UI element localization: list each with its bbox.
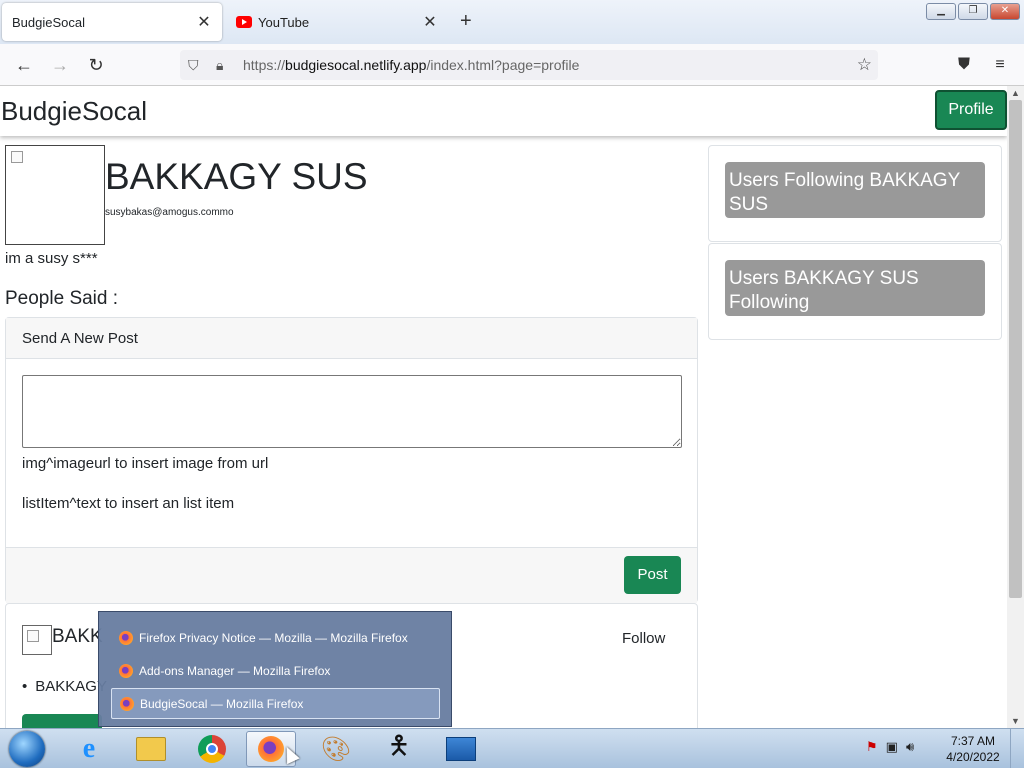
tab-title: BudgieSocal bbox=[12, 14, 85, 30]
tab-budgiesocal[interactable]: BudgieSocal ✕ bbox=[2, 3, 222, 41]
back-arrow-icon[interactable]: ← bbox=[12, 53, 36, 77]
window-list-item-selected[interactable]: BudgieSocal — Mozilla Firefox bbox=[111, 688, 440, 719]
list-item-hint: listItem^text to insert an list item bbox=[22, 495, 235, 512]
firefox-icon bbox=[119, 630, 133, 645]
bookmark-star-icon[interactable]: ☆ bbox=[857, 50, 872, 80]
post-textarea[interactable] bbox=[22, 375, 682, 448]
followers-button[interactable]: Users Following BAKKAGY SUS bbox=[725, 162, 985, 218]
following-button[interactable]: Users BAKKAGY SUS Following bbox=[725, 260, 985, 316]
paint-palette-icon: 🎨︎ bbox=[320, 735, 352, 763]
post-button[interactable]: Post bbox=[624, 556, 681, 594]
tab-close-icon[interactable]: ✕ bbox=[196, 12, 212, 32]
reload-icon[interactable]: ↻ bbox=[84, 53, 108, 77]
close-window-button[interactable]: ✕ bbox=[990, 3, 1020, 20]
profile-avatar bbox=[5, 145, 105, 245]
profile-bio: im a susy s*** bbox=[5, 250, 98, 267]
firefox-icon bbox=[120, 696, 134, 711]
window-title: Add-ons Manager — Mozilla Firefox bbox=[139, 663, 331, 678]
browser-tab-bar: BudgieSocal ✕ YouTube ✕ + ▁ ❐ ✕ bbox=[0, 0, 1024, 44]
url-prefix: https:// bbox=[243, 57, 286, 73]
url-path: /index.html?page=profile bbox=[426, 57, 580, 73]
site-header: BudgieSocal Profile bbox=[0, 86, 1007, 136]
firefox-icon bbox=[119, 663, 133, 678]
new-post-header: Send A New Post bbox=[6, 318, 697, 359]
tab-title: YouTube bbox=[258, 14, 310, 30]
taskbar-internet-explorer[interactable]: e bbox=[64, 731, 114, 767]
hamburger-menu-icon[interactable]: ≡ bbox=[988, 53, 1012, 77]
folder-icon bbox=[136, 737, 166, 761]
restore-button[interactable]: ❐ bbox=[958, 3, 988, 20]
people-said-heading: People Said : bbox=[5, 288, 119, 309]
volume-icon[interactable]: 🔊︎ bbox=[906, 739, 914, 755]
windows-taskbar: e 🎨︎ 🯅 ⚑ ▣ 🔊︎ 7:37 AM 4/20/2022 bbox=[0, 728, 1024, 768]
new-post-footer: Post bbox=[6, 547, 697, 603]
post-author-avatar bbox=[22, 625, 52, 655]
tracking-shield-icon[interactable]: ⛉ bbox=[188, 50, 206, 80]
chrome-icon bbox=[198, 735, 226, 763]
show-desktop-button[interactable] bbox=[1010, 729, 1024, 768]
scrollbar-thumb[interactable] bbox=[1009, 100, 1022, 598]
clock-time: 7:37 AM bbox=[950, 734, 996, 748]
profile-name: BAKKAGY SUS bbox=[105, 156, 368, 197]
taskbar-control-panel[interactable] bbox=[436, 731, 486, 767]
site-brand[interactable]: BudgieSocal bbox=[1, 96, 147, 127]
browser-nav-bar: ← → ↻ ⛉ 🔒︎ https://budgiesocal.netlify.a… bbox=[0, 44, 1024, 86]
follow-button[interactable]: Follow bbox=[622, 630, 665, 647]
new-post-card: Send A New Post img^imageurl to insert i… bbox=[5, 317, 698, 603]
taskbar-stick-app[interactable]: 🯅 bbox=[374, 730, 424, 767]
system-tray: ⚑ ▣ 🔊︎ bbox=[866, 739, 914, 755]
window-list-item[interactable]: Add-ons Manager — Mozilla Firefox bbox=[111, 655, 440, 686]
followers-card: Users Following BAKKAGY SUS bbox=[708, 145, 1002, 242]
taskbar-chrome[interactable] bbox=[187, 731, 237, 767]
post-action-button[interactable] bbox=[22, 714, 102, 728]
youtube-icon bbox=[236, 16, 252, 28]
window-title: BudgieSocal — Mozilla Firefox bbox=[140, 696, 304, 711]
tab-close-icon[interactable]: ✕ bbox=[422, 12, 438, 32]
profile-button[interactable]: Profile bbox=[935, 90, 1007, 130]
url-host: budgiesocal.netlify.app bbox=[285, 57, 427, 73]
broken-image-icon bbox=[27, 630, 39, 642]
forward-arrow-icon[interactable]: → bbox=[48, 53, 72, 77]
pocket-icon[interactable]: ⛊ bbox=[952, 53, 976, 77]
network-icon[interactable]: ▣ bbox=[886, 739, 898, 755]
windows-logo-icon bbox=[9, 731, 45, 767]
lock-icon[interactable]: 🔒︎ bbox=[216, 50, 223, 80]
internet-explorer-icon: e bbox=[82, 733, 96, 764]
following-card: Users BAKKAGY SUS Following bbox=[708, 243, 1002, 340]
scroll-up-arrow-icon[interactable]: ▲ bbox=[1007, 86, 1024, 100]
broken-image-icon bbox=[11, 151, 23, 163]
address-bar[interactable]: ⛉ 🔒︎ https://budgiesocal.netlify.app/ind… bbox=[180, 50, 878, 80]
window-controls: ▁ ❐ ✕ bbox=[926, 3, 1020, 20]
stick-figure-icon: 🯅 bbox=[387, 730, 411, 760]
tab-youtube[interactable]: YouTube ✕ bbox=[226, 3, 448, 41]
minimize-button[interactable]: ▁ bbox=[926, 3, 956, 20]
taskbar-paint[interactable]: 🎨︎ bbox=[311, 731, 361, 767]
vertical-scrollbar[interactable]: ▲ ▼ bbox=[1007, 86, 1024, 728]
post-list-item: BAKKAGY bbox=[22, 678, 107, 695]
image-hint: img^imageurl to insert image from url bbox=[22, 455, 269, 472]
clock-date: 4/20/2022 bbox=[946, 750, 1000, 764]
control-panel-icon bbox=[446, 737, 476, 761]
new-tab-plus-icon[interactable]: + bbox=[460, 10, 472, 33]
profile-email: susybakas@amogus.commo bbox=[105, 207, 234, 218]
url-text: https://budgiesocal.netlify.app/index.ht… bbox=[243, 50, 579, 80]
action-center-flag-icon[interactable]: ⚑ bbox=[866, 739, 878, 755]
taskbar-file-explorer[interactable] bbox=[126, 731, 176, 767]
window-list-item[interactable]: Firefox Privacy Notice — Mozilla — Mozil… bbox=[111, 622, 440, 653]
firefox-window-list-popup: Firefox Privacy Notice — Mozilla — Mozil… bbox=[98, 611, 452, 727]
window-title: Firefox Privacy Notice — Mozilla — Mozil… bbox=[139, 630, 408, 645]
system-clock[interactable]: 7:37 AM 4/20/2022 bbox=[940, 733, 1006, 765]
scroll-down-arrow-icon[interactable]: ▼ bbox=[1007, 714, 1024, 728]
post-author-name[interactable]: BAKK bbox=[52, 626, 103, 648]
start-button[interactable] bbox=[2, 731, 52, 767]
